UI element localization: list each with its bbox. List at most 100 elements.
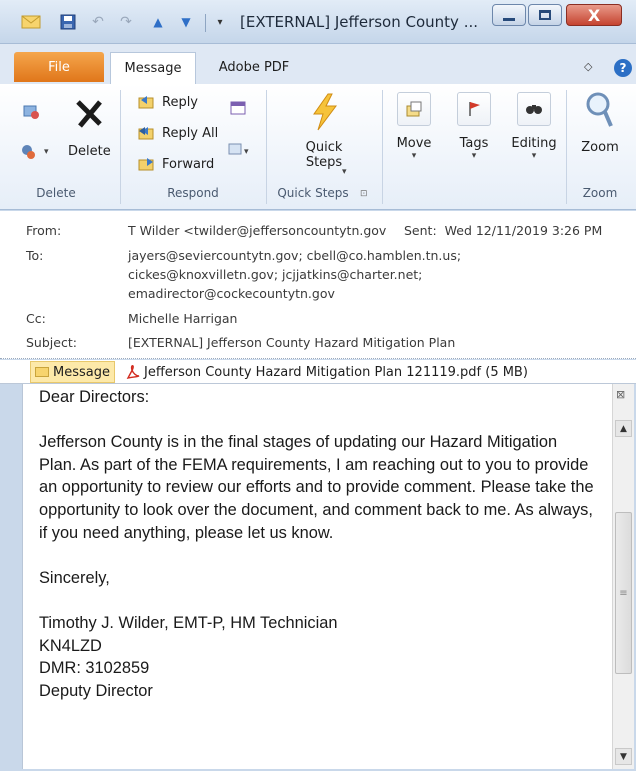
svg-text:▾: ▾ xyxy=(244,147,249,157)
scroll-down-button[interactable]: ▼ xyxy=(615,748,632,765)
ribbon: ▾ Delete Delete Reply Reply All Forward … xyxy=(0,84,636,210)
delete-icon[interactable] xyxy=(72,96,106,130)
sent-value: Wed 12/11/2019 3:26 PM xyxy=(444,223,603,238)
customize-toolbar-icon[interactable]: ▾ xyxy=(213,12,227,32)
meeting-reply-icon[interactable] xyxy=(230,100,248,116)
tab-message[interactable]: Message xyxy=(110,52,196,84)
ribbon-tabs: File Message Adobe PDF ◇ ? xyxy=(0,44,636,84)
dropdown-icon: ▾ xyxy=(531,151,537,161)
quick-steps-button[interactable]: Quick Steps xyxy=(276,92,372,170)
forward-icon xyxy=(138,158,154,171)
dropdown-icon: ▾ xyxy=(471,151,477,161)
group-divider xyxy=(120,90,121,204)
minimize-icon xyxy=(503,17,515,21)
find-icon xyxy=(517,92,551,126)
magnifier-icon xyxy=(586,92,613,127)
reply-all-label: Reply All xyxy=(162,125,219,141)
signature-callsign: KN4LZD xyxy=(39,636,102,655)
signature-dmr: DMR: 3102859 xyxy=(39,659,150,678)
tab-adobe-pdf[interactable]: Adobe PDF xyxy=(204,52,304,82)
scroll-up-button[interactable]: ▲ xyxy=(615,420,632,437)
editing-label: Editing xyxy=(511,136,557,151)
help-icon[interactable]: ? xyxy=(614,59,632,77)
cc-value[interactable]: Michelle Harrigan xyxy=(128,309,237,328)
forward-button[interactable]: Forward xyxy=(138,156,214,172)
closing: Sincerely, xyxy=(39,568,110,587)
subject-label: Subject: xyxy=(26,335,77,350)
group-label-delete: Delete xyxy=(36,186,76,200)
cc-label: Cc: xyxy=(26,311,46,326)
tags-label: Tags xyxy=(459,136,489,151)
editing-button[interactable]: Editing ▾ xyxy=(508,92,560,161)
envelope-icon xyxy=(35,367,49,377)
to-recipients[interactable]: jayers@seviercountytn.gov; cbell@co.hamb… xyxy=(128,246,461,303)
close-button[interactable]: X xyxy=(566,4,622,26)
collapse-ribbon-icon[interactable]: ◇ xyxy=(584,60,592,73)
greeting: Dear Directors: xyxy=(39,388,150,406)
sent-info: Sent: Wed 12/11/2019 3:26 PM xyxy=(404,223,602,238)
message-text: Dear Directors: Jefferson County is in t… xyxy=(39,386,599,702)
zoom-label: Zoom xyxy=(581,140,619,155)
junk-button[interactable]: ▾ xyxy=(20,144,49,160)
toolbar-divider xyxy=(205,14,206,32)
message-tab-label: Message xyxy=(53,364,110,380)
scroll-thumb[interactable]: ≡ xyxy=(615,512,632,674)
dropdown-icon: ▾ xyxy=(411,151,417,161)
previous-item-icon[interactable]: ▲ xyxy=(150,12,166,32)
move-button[interactable]: Move ▾ xyxy=(392,92,436,161)
reply-button[interactable]: Reply xyxy=(138,94,198,110)
to-line: emadirector@cockecountytn.gov xyxy=(128,286,335,301)
pdf-attachment[interactable]: Jefferson County Hazard Mitigation Plan … xyxy=(126,364,528,380)
dropdown-icon: ▾ xyxy=(44,147,49,157)
next-item-icon[interactable]: ▼ xyxy=(178,12,194,32)
vertical-scrollbar[interactable]: ⊠ ▲ ≡ ▼ xyxy=(612,384,634,769)
zoom-button[interactable]: Zoom xyxy=(572,90,628,155)
redo-icon[interactable]: ↷ xyxy=(118,12,134,32)
message-body[interactable]: Dear Directors: Jefferson County is in t… xyxy=(22,384,612,769)
reply-all-icon xyxy=(138,127,154,140)
subject-value: [EXTERNAL] Jefferson County Hazard Mitig… xyxy=(128,335,456,350)
quick-steps-label-1: Quick xyxy=(305,140,343,155)
save-icon[interactable] xyxy=(58,12,78,32)
to-line: jayers@seviercountytn.gov; cbell@co.hamb… xyxy=(128,248,462,263)
maximize-button[interactable] xyxy=(528,4,562,26)
move-label: Move xyxy=(396,136,432,151)
from-value[interactable]: T Wilder <twilder@jeffersoncountytn.gov xyxy=(128,221,386,240)
junk-icon xyxy=(22,145,35,159)
undo-icon[interactable]: ↶ xyxy=(90,12,106,32)
more-respond-icon[interactable]: ▾ xyxy=(228,142,254,158)
group-divider xyxy=(566,90,567,204)
group-divider xyxy=(266,90,267,204)
title-bar: ↶ ↷ ▲ ▼ ▾ [EXTERNAL] Jefferson County ..… xyxy=(0,0,636,44)
pdf-icon xyxy=(126,365,140,380)
delete-label: Delete xyxy=(68,144,111,159)
window-title: [EXTERNAL] Jefferson County ... xyxy=(240,13,479,31)
close-icon: X xyxy=(587,5,601,25)
envelope-icon[interactable] xyxy=(20,12,42,32)
to-label: To: xyxy=(26,248,44,263)
tags-button[interactable]: Tags ▾ xyxy=(452,92,496,161)
group-divider xyxy=(382,90,383,204)
dropdown-icon: ▾ xyxy=(342,167,347,177)
minimize-button[interactable] xyxy=(492,4,526,26)
group-label-zoom: Zoom xyxy=(582,186,618,200)
signature-name: Timothy J. Wilder, EMT-P, HM Technician xyxy=(39,613,338,632)
people-pane-icon[interactable]: ⊠ xyxy=(616,388,625,401)
delete-button[interactable]: Delete xyxy=(68,144,111,159)
message-attachment-tab[interactable]: Message xyxy=(30,361,115,383)
body-paragraph: Jefferson County is in the final stages … xyxy=(39,433,594,542)
reply-all-button[interactable]: Reply All xyxy=(138,125,218,141)
dialog-launcher-icon[interactable]: ⊡ xyxy=(360,189,368,199)
tab-file[interactable]: File xyxy=(14,52,104,82)
attachments-bar: Message Jefferson County Hazard Mitigati… xyxy=(0,360,636,384)
maximize-icon xyxy=(539,10,551,20)
quick-steps-label-2: Steps xyxy=(305,155,343,170)
forward-label: Forward xyxy=(162,156,215,172)
to-line: cickes@knoxvilletn.gov; jcjjatkins@chart… xyxy=(128,267,423,282)
ignore-icon[interactable] xyxy=(22,102,40,120)
reply-icon xyxy=(138,96,154,109)
sent-label: Sent: xyxy=(404,223,437,238)
reply-label: Reply xyxy=(162,94,199,110)
move-icon xyxy=(397,92,431,126)
lightning-icon xyxy=(313,93,337,131)
